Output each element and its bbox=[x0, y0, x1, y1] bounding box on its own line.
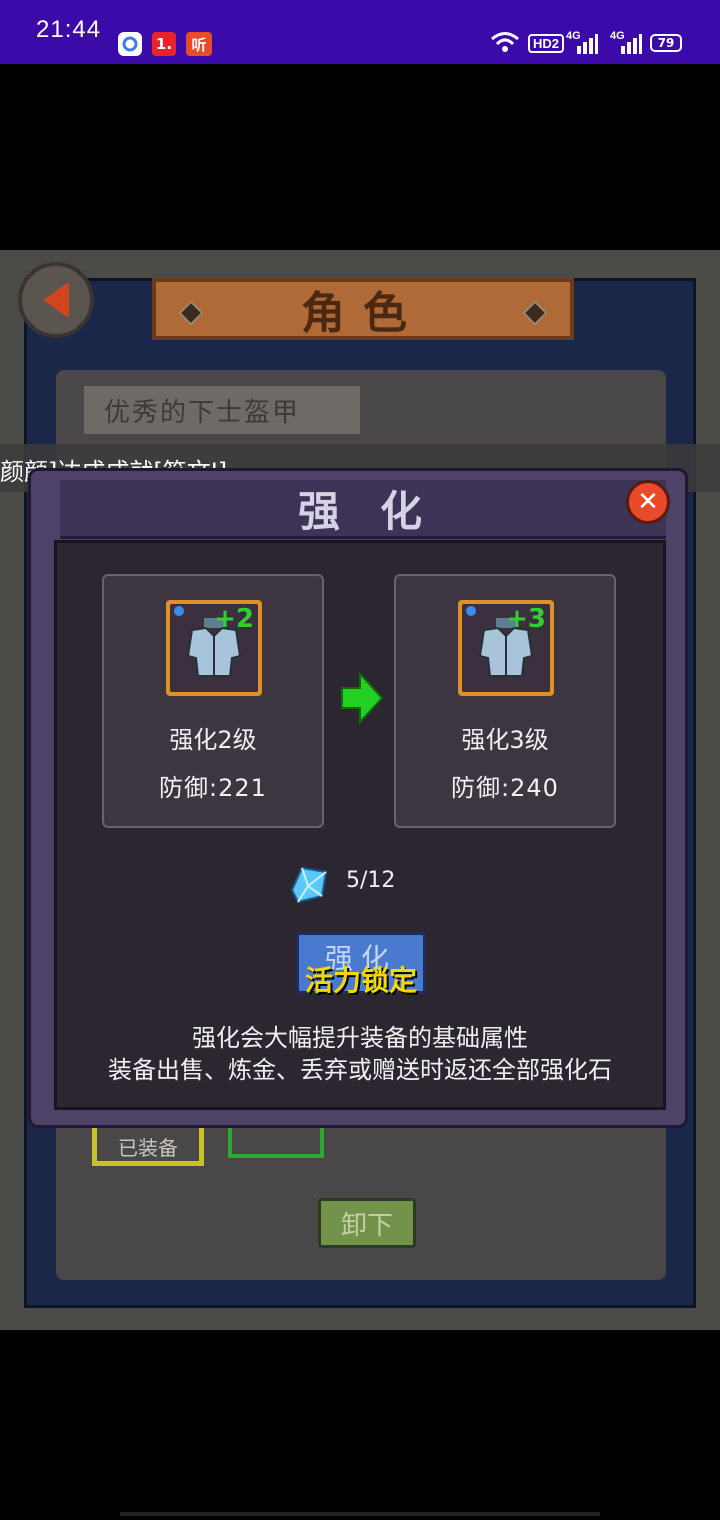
close-icon: ✕ bbox=[637, 487, 659, 517]
enhance-level-badge: +3 bbox=[506, 604, 546, 634]
battery-icon: 79 bbox=[650, 34, 682, 52]
back-button[interactable] bbox=[18, 262, 94, 338]
stamina-lock-label: 活力锁定 bbox=[304, 964, 417, 997]
next-level-label: 强化3级 bbox=[461, 726, 549, 754]
screen-title-plank: 角色 bbox=[152, 278, 574, 340]
next-level-card: +3 强化3级 防御:240 bbox=[394, 574, 616, 828]
quality-gem-icon bbox=[466, 606, 476, 616]
screen-title: 角色 bbox=[301, 288, 425, 339]
current-defense-label: 防御:221 bbox=[159, 774, 267, 802]
item-slot[interactable] bbox=[228, 1126, 324, 1158]
unequip-button[interactable]: 卸下 bbox=[318, 1198, 416, 1248]
signal-icon-1 bbox=[576, 34, 598, 58]
app-badge-icon: 1. bbox=[152, 32, 176, 56]
armor-item-slot[interactable]: +3 bbox=[458, 600, 554, 696]
listen-app-icon: 听 bbox=[186, 32, 212, 56]
description-line-1: 强化会大幅提升装备的基础属性 bbox=[192, 1024, 528, 1052]
next-defense-label: 防御:240 bbox=[451, 774, 559, 802]
dialog-title: 强化 bbox=[297, 487, 462, 536]
home-indicator[interactable] bbox=[120, 1512, 600, 1516]
description-line-2: 装备出售、炼金、丢弃或赠送时返还全部强化石 bbox=[108, 1056, 612, 1084]
signal-icon-2 bbox=[620, 34, 642, 58]
enhance-level-badge: +2 bbox=[214, 604, 254, 634]
clock: 21:44 bbox=[36, 16, 102, 43]
diamond-icon bbox=[522, 300, 548, 326]
unequip-label: 卸下 bbox=[340, 1210, 393, 1241]
stone-count: 5/12 bbox=[346, 868, 396, 893]
back-arrow-icon bbox=[43, 282, 69, 318]
current-level-card: +2 强化2级 防御:221 bbox=[102, 574, 324, 828]
enhance-button[interactable]: 强化 活力锁定 bbox=[296, 932, 426, 997]
item-name: 优秀的下士盔甲 bbox=[104, 397, 301, 428]
hd-badge: HD2 bbox=[528, 34, 565, 53]
enhance-stone-icon bbox=[290, 866, 328, 904]
armor-item-slot[interactable]: +2 bbox=[166, 600, 262, 696]
battery-level: 79 bbox=[657, 36, 675, 50]
close-button[interactable]: ✕ bbox=[626, 480, 670, 524]
equipped-label: 已装备 bbox=[118, 1136, 178, 1160]
equipped-tag[interactable]: 已装备 bbox=[92, 1126, 204, 1166]
quality-gem-icon bbox=[174, 606, 184, 616]
status-bar: 21:44 1. 听 HD2 4G 4G 79 bbox=[0, 0, 720, 64]
wifi-icon bbox=[490, 30, 520, 58]
item-name-bar: 优秀的下士盔甲 bbox=[84, 386, 360, 434]
app-notification-icon bbox=[118, 32, 142, 56]
arrow-right-icon bbox=[341, 672, 384, 724]
diamond-icon bbox=[178, 300, 204, 326]
current-level-label: 强化2级 bbox=[169, 726, 257, 754]
